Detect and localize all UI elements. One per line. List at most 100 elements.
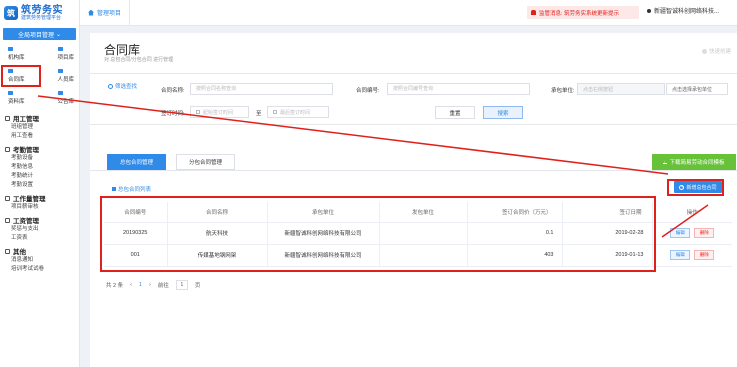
section-title-label: 考勤管理: [13, 147, 39, 154]
contract-no-label: 合同编号:: [356, 88, 380, 94]
section-title-label: 工资管理: [13, 218, 39, 225]
notice-banner[interactable]: 监管消息: 筑劳务实系统更新提示: [527, 6, 639, 19]
section-wage: 工资管理 奖惩与支出 工资表: [0, 215, 79, 243]
sidebar-item-label: 合同库: [8, 77, 25, 83]
bell-icon: [531, 10, 536, 15]
chart-icon: [5, 195, 10, 201]
sidebar-item-reward[interactable]: 奖惩与支出: [0, 225, 79, 234]
global-project-button[interactable]: 全局项目管理 ⌄: [3, 28, 76, 40]
sidebar-item-payroll[interactable]: 工资表: [0, 234, 79, 243]
section-title[interactable]: 考勤管理: [0, 144, 79, 154]
contract-name-label: 合同名称:: [161, 88, 185, 94]
search-icon: [108, 83, 113, 89]
tab-home[interactable]: 管理项目: [80, 0, 131, 26]
wallet-icon: [5, 217, 10, 223]
page-number[interactable]: 1: [139, 282, 142, 288]
logo: 筑 筑劳务实 建筑劳务管理平台: [0, 0, 79, 26]
end-date-input[interactable]: 最后签订时间: [267, 106, 329, 118]
sidebar-item-exam[interactable]: 培训考试试卷: [0, 265, 79, 274]
sidebar-item-project[interactable]: 项目库: [40, 44, 78, 64]
section-title[interactable]: 用工管理: [0, 113, 79, 123]
delete-button[interactable]: 删除: [694, 250, 715, 260]
delete-button[interactable]: 删除: [694, 228, 715, 238]
company-name: 新疆智诚科创网络科技...: [654, 9, 720, 15]
annotation-highlight-add: [667, 179, 724, 196]
section-title[interactable]: 工作量管理: [0, 193, 79, 203]
edit-button[interactable]: 编辑: [670, 250, 691, 260]
pager-total: 共 2 条: [106, 283, 124, 289]
page-unit-label: 页: [194, 283, 201, 289]
filter-panel: 筛选查找 合同名称: 合同编号: 承包单位: 点击右侧按钮 点击选择承包单位 签…: [90, 73, 737, 125]
section-title-label: 工作量管理: [13, 196, 46, 203]
sidebar-item-contract[interactable]: 合同库: [1, 65, 41, 87]
end-date-placeholder: 最后签订时间: [280, 109, 311, 116]
sidebar-item-label: 资料库: [8, 99, 25, 105]
top-bar: 管理项目 监管消息: 筑劳务实系统更新提示 新疆智诚科创网络科技...: [80, 0, 737, 26]
cell-actions: 编辑 删除: [652, 244, 732, 267]
sidebar-item-notice[interactable]: 公告库: [40, 88, 78, 108]
date-range-separator: 至: [256, 111, 262, 117]
col-header: 操作: [652, 202, 732, 223]
search-button[interactable]: 搜索: [483, 106, 523, 119]
goto-page-input[interactable]: 1: [175, 280, 188, 290]
home-icon: [88, 9, 94, 16]
filter-heading: 筛选查找: [108, 82, 137, 90]
list-heading-label: 总包合同列表: [118, 187, 152, 193]
sidebar-item-att-info[interactable]: 考勤信息: [0, 163, 79, 172]
folder-icon: [8, 47, 13, 51]
prev-page-button[interactable]: ‹: [130, 282, 132, 288]
list-icon: [112, 187, 116, 191]
folder-icon: [57, 47, 63, 51]
sidebar-item-salary-review[interactable]: 项目薪审核: [0, 203, 79, 212]
quick-create-button[interactable]: 快速创建: [701, 47, 731, 55]
reset-button[interactable]: 重置: [435, 106, 475, 119]
contractor-label: 承包单位:: [551, 88, 575, 94]
folder-icon: [8, 69, 13, 73]
folder-icon: [57, 91, 63, 95]
download-template-button[interactable]: ↓ 下载简易劳动合同模板: [652, 154, 736, 170]
annotation-highlight-table: [100, 196, 656, 272]
section-workload: 工作量管理 项目薪审核: [0, 193, 79, 212]
download-template-label: 下载简易劳动合同模板: [669, 160, 725, 166]
notice-text: 监管消息: 筑劳务实系统更新提示: [539, 10, 620, 17]
section-title[interactable]: 其他: [0, 246, 79, 256]
clock-icon: [5, 146, 10, 152]
sidebar-item-att-settings[interactable]: 考勤设置: [0, 181, 79, 190]
tabs-divider: [90, 170, 737, 171]
section-other: 其他 消息通知 培训考试试卷: [0, 246, 79, 274]
contractor-select-button[interactable]: 点击选择承包单位: [666, 83, 728, 95]
next-page-button[interactable]: ›: [149, 282, 151, 288]
global-project-label: 全局项目管理: [17, 32, 54, 39]
tab-general-contract[interactable]: 总包合同管理: [107, 154, 167, 170]
sidebar-item-docs[interactable]: 资料库: [2, 88, 40, 108]
logo-subtitle: 建筑劳务管理平台: [21, 14, 62, 21]
sign-time-label: 签订时间:: [161, 111, 185, 117]
start-date-input[interactable]: 起始签订时间: [190, 106, 249, 118]
sidebar-item-att-device[interactable]: 考勤设备: [0, 154, 79, 163]
sidebar: 筑 筑劳务实 建筑劳务管理平台 全局项目管理 ⌄ 机构库 项目库 合同库 人员库…: [0, 0, 80, 367]
calendar-icon: [273, 110, 277, 114]
contract-tabs: 总包合同管理 分包合同管理: [107, 154, 236, 170]
sidebar-item-team[interactable]: 班组管理: [0, 123, 79, 132]
contract-no-input[interactable]: [387, 83, 530, 95]
sidebar-item-label: 机构库: [8, 55, 25, 61]
page-subtitle: 对 总包合同/分包合同 进行管理: [104, 57, 174, 63]
company-menu[interactable]: 新疆智诚科创网络科技...: [647, 6, 719, 15]
sidebar-item-label: 公告库: [57, 99, 75, 105]
download-icon: ↓: [663, 160, 668, 166]
sidebar-item-messages[interactable]: 消息通知: [0, 256, 79, 265]
tab-sub-contract[interactable]: 分包合同管理: [176, 154, 236, 170]
briefcase-icon: [5, 115, 10, 121]
sidebar-item-people[interactable]: 人员库: [40, 66, 78, 86]
section-title[interactable]: 工资管理: [0, 215, 79, 225]
sidebar-item-labor-view[interactable]: 用工查看: [0, 132, 79, 141]
sidebar-item-org[interactable]: 机构库: [2, 44, 40, 64]
filter-heading-label: 筛选查找: [115, 84, 138, 90]
section-labor: 用工管理 班组管理 用工查看: [0, 113, 79, 141]
sidebar-item-label: 人员库: [57, 77, 75, 83]
folder-icon: [8, 91, 13, 95]
edit-button[interactable]: 编辑: [670, 228, 691, 238]
tab-home-label: 管理项目: [97, 11, 122, 17]
sidebar-item-att-stats[interactable]: 考勤统计: [0, 172, 79, 181]
contract-name-input[interactable]: [190, 83, 333, 95]
